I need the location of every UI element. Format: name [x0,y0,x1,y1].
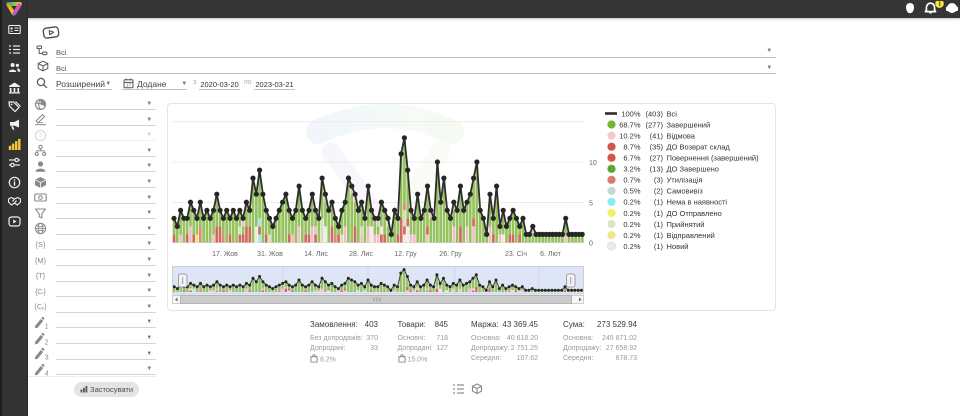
svg-text:?: ? [39,133,43,140]
svg-text:10: 10 [589,160,597,167]
svg-text:(1): (1) [654,231,664,240]
svg-text:(35): (35) [650,143,664,152]
svg-text:{M}: {M} [35,256,47,265]
svg-text:(27): (27) [650,154,664,163]
svg-text:(1): (1) [654,242,664,251]
svg-text:Самовивіз: Самовивіз [667,187,704,196]
svg-text:23. Січ: 23. Січ [505,250,527,258]
svg-text:6.7%: 6.7% [623,154,640,163]
svg-text:3: 3 [45,355,49,360]
svg-text:(13): (13) [650,165,664,174]
svg-text:28. Лис: 28. Лис [349,251,373,258]
svg-text:(1): (1) [654,209,664,218]
svg-text:26. Гру: 26. Гру [439,251,462,258]
svg-text:Відправлений: Відправлений [667,231,715,240]
svg-text:Нема в наявності: Нема в наявності [667,198,728,207]
svg-text:0.2%: 0.2% [623,209,640,218]
svg-text:0.2%: 0.2% [623,231,640,240]
svg-text:0.2%: 0.2% [623,198,640,207]
svg-text:Завершений: Завершений [667,120,711,129]
svg-text:17. Жов: 17. Жов [212,251,238,258]
svg-text:10.2%: 10.2% [619,131,641,140]
svg-text:(277): (277) [645,120,663,129]
svg-text:0.2%: 0.2% [623,242,640,251]
svg-text:(403): (403) [645,109,663,118]
svg-text:31. Жов: 31. Жов [257,251,283,258]
svg-text:Прийнятий: Прийнятий [667,220,705,229]
svg-text:(2): (2) [654,187,664,196]
svg-text:(3): (3) [654,176,664,185]
svg-text:ДО Завершено: ДО Завершено [667,165,719,174]
svg-text:{Cp}: {Cp} [35,304,47,311]
svg-text:(1): (1) [654,198,664,207]
svg-text:1: 1 [45,323,49,328]
svg-text:Повернення (завершений): Повернення (завершений) [667,154,760,163]
svg-text:0: 0 [589,241,593,248]
svg-text:6. Лют: 6. Лют [540,251,561,258]
svg-text:(1): (1) [654,220,664,229]
svg-text:17: 17 [125,82,131,87]
svg-text:0.7%: 0.7% [623,176,640,185]
svg-text:0.2%: 0.2% [623,220,640,229]
svg-text:{S}: {S} [35,240,46,249]
svg-text:Новий: Новий [667,242,689,251]
svg-text:0.5%: 0.5% [623,187,640,196]
svg-text:4: 4 [45,370,49,375]
svg-text:12. Гру: 12. Гру [394,251,417,258]
svg-text:68.7%: 68.7% [619,120,641,129]
svg-text:14. Лис: 14. Лис [304,251,328,258]
svg-text:5: 5 [589,201,593,208]
svg-text:Всі: Всі [667,109,678,118]
svg-text:Утилізація: Утилізація [667,176,703,185]
svg-text:Відмова: Відмова [667,131,696,140]
svg-text:ДО Возврат склад: ДО Возврат склад [667,143,731,152]
svg-text:3.2%: 3.2% [623,165,640,174]
svg-text:{T}: {T} [36,271,46,280]
svg-text:ДО Отправлено: ДО Отправлено [667,209,722,218]
svg-text:{Ct}: {Ct} [35,289,47,296]
svg-text:2: 2 [45,339,49,344]
svg-text:8.7%: 8.7% [623,143,640,152]
svg-text:(41): (41) [650,131,664,140]
svg-text:100%: 100% [621,109,641,118]
